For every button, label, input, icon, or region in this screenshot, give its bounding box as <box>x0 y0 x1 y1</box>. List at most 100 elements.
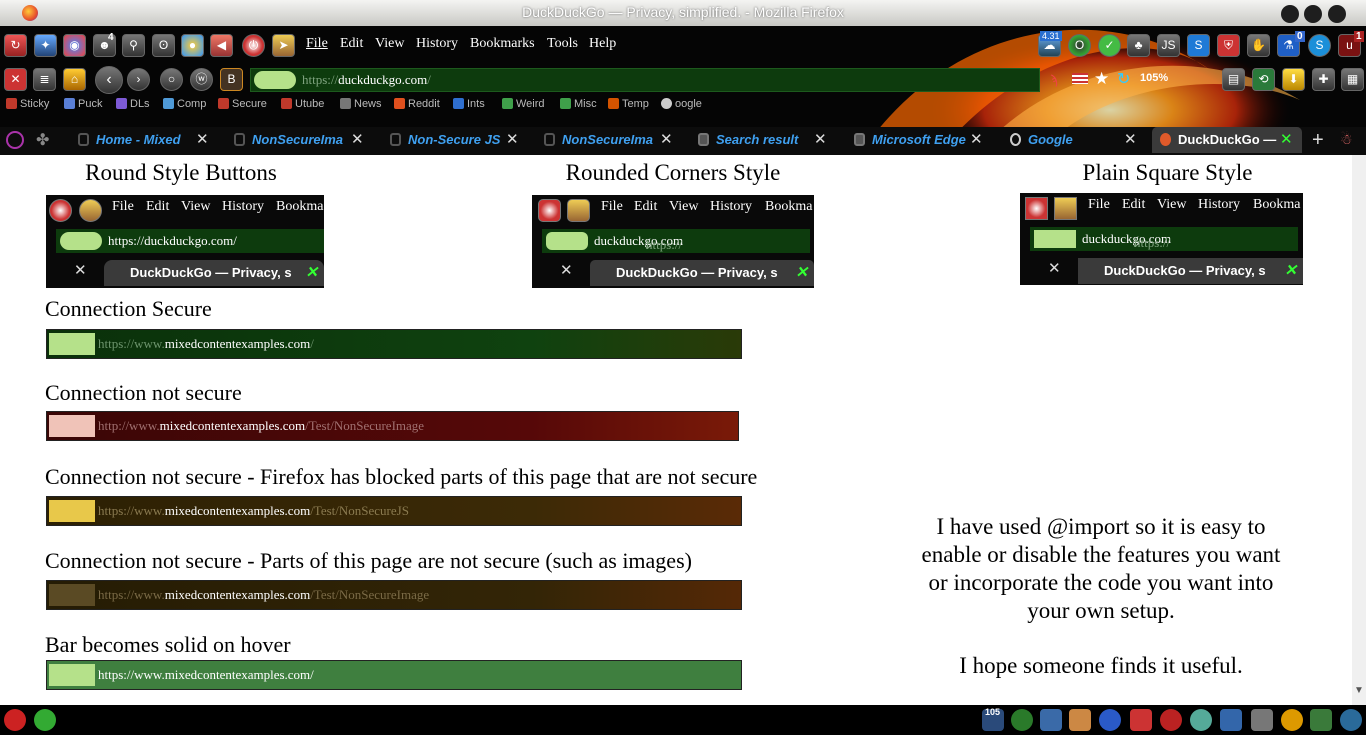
b-icon[interactable]: B <box>220 68 243 91</box>
bookmark-sticky[interactable]: Sticky <box>6 98 49 110</box>
extensions-icon[interactable]: ✤ <box>36 130 49 150</box>
shield-green-icon[interactable] <box>1011 709 1033 731</box>
check-icon[interactable]: ✓ <box>1098 34 1121 57</box>
menu-tools[interactable]: Tools <box>547 36 578 52</box>
w-icon[interactable]: ⓦ <box>190 68 213 91</box>
tab-nonsecure-image[interactable]: NonSecureIma <box>226 127 350 153</box>
tracking-icon[interactable]: ϡ <box>1050 72 1058 87</box>
menu-history[interactable]: History <box>416 36 458 52</box>
bookmark-reddit[interactable]: Reddit <box>394 98 440 110</box>
pdf-icon[interactable] <box>1130 709 1152 731</box>
tab-close-icon[interactable]: ✕ <box>506 127 519 153</box>
circle-icon[interactable]: O <box>1068 34 1091 57</box>
close-tab-icon[interactable]: ✕ <box>4 68 27 91</box>
bookmark-icon <box>64 98 75 109</box>
bookmark-ints[interactable]: Ints <box>453 98 485 110</box>
wave-icon[interactable] <box>1040 709 1062 731</box>
url-bar[interactable]: https://duckduckgo.com/ <box>250 68 1040 92</box>
badge-star-icon[interactable] <box>1099 709 1121 731</box>
vertical-scrollbar[interactable]: ▼ <box>1352 155 1366 705</box>
menu-help[interactable]: Help <box>589 36 616 52</box>
reload-icon[interactable]: ○ <box>160 68 183 91</box>
star-icon[interactable]: ★ <box>1094 69 1109 89</box>
preview-menu-file: File <box>1088 197 1110 212</box>
bookmark-google[interactable]: oogle <box>661 98 702 110</box>
page-icon[interactable]: ▤ <box>1222 68 1245 91</box>
cursor-icon[interactable]: ➤ <box>272 34 295 57</box>
minimize-button[interactable] <box>1281 5 1299 23</box>
preview-menu-view: View <box>1157 197 1187 212</box>
url-text[interactable]: https://duckduckgo.com/ <box>302 72 431 88</box>
tab-close-icon[interactable]: ✕ <box>1124 127 1137 153</box>
maximize-button[interactable] <box>1304 5 1322 23</box>
tab-nonsecure-image-2[interactable]: NonSecureIma <box>536 127 658 153</box>
tab-menu-icon[interactable]: ☃ <box>1340 131 1353 148</box>
shield-icon[interactable]: ⛨ <box>1217 34 1240 57</box>
people-icon[interactable]: ♣ <box>1127 34 1150 57</box>
globe-icon[interactable] <box>1340 709 1362 731</box>
power-icon[interactable]: ⏻ <box>242 34 265 57</box>
bookmark-news[interactable]: News <box>340 98 382 110</box>
menu-file[interactable]: File <box>306 36 328 52</box>
tab-close-icon[interactable]: ✕ <box>970 127 983 153</box>
gift-icon[interactable]: ✚ <box>1312 68 1335 91</box>
star-green-icon[interactable] <box>34 709 56 731</box>
w-red-icon[interactable] <box>1160 709 1182 731</box>
s-icon[interactable]: S <box>1187 34 1210 57</box>
gear-icon[interactable] <box>1281 709 1303 731</box>
bookmark-puck[interactable]: Puck <box>64 98 102 110</box>
back-icon[interactable]: ‹ <box>95 66 123 94</box>
tab-close-icon[interactable]: ✕ <box>660 127 673 153</box>
tab-close-icon[interactable]: ✕ <box>351 127 364 153</box>
tab-microsoft-edge[interactable]: Microsoft Edge <box>846 127 968 153</box>
site-identity-button[interactable] <box>254 71 296 89</box>
owl-icon[interactable]: ʘ <box>152 34 175 57</box>
tab-close-icon[interactable]: ✕ <box>196 127 209 153</box>
bookmark-utube[interactable]: Utube <box>281 98 324 110</box>
tab-home-mixed[interactable]: Home - Mixed <box>70 127 216 153</box>
tab-close-icon[interactable]: ✕ <box>814 127 827 153</box>
skype-icon[interactable]: S <box>1308 34 1331 57</box>
list-icon[interactable]: ≣ <box>33 68 56 91</box>
puzzle-green-icon[interactable] <box>1310 709 1332 731</box>
chrome-icon[interactable]: ◉ <box>63 34 86 57</box>
history-icon[interactable] <box>6 131 24 149</box>
colors-icon[interactable]: ● <box>181 34 204 57</box>
trash-icon[interactable] <box>1069 709 1091 731</box>
download-icon[interactable]: ⬇ <box>1282 68 1305 91</box>
menu-view[interactable]: View <box>375 36 404 52</box>
tab-google[interactable]: Google <box>1002 127 1120 153</box>
sync-icon[interactable]: ⟲ <box>1252 68 1275 91</box>
star-red-icon[interactable] <box>4 709 26 731</box>
bookmark-dls[interactable]: DLs <box>116 98 150 110</box>
tab-nonsecure-js[interactable]: Non-Secure JS <box>382 127 506 153</box>
speaker-icon[interactable]: ◀ <box>210 34 233 57</box>
state-heading-not-secure: Connection not secure <box>45 380 242 405</box>
search-icon[interactable]: ⚲ <box>122 34 145 57</box>
wrench-icon[interactable] <box>1251 709 1273 731</box>
forward-icon[interactable]: › <box>127 68 150 91</box>
scroll-down-arrow-icon[interactable]: ▼ <box>1354 685 1364 696</box>
tab-search-results[interactable]: Search result <box>690 127 812 153</box>
tab-close-icon[interactable]: ✕ <box>1280 127 1293 153</box>
menu-edit[interactable]: Edit <box>340 36 363 52</box>
hand-icon[interactable]: ✋ <box>1247 34 1270 57</box>
overflow-icon[interactable]: ▦ <box>1341 68 1364 91</box>
menu-bookmarks[interactable]: Bookmarks <box>470 36 535 52</box>
bookmark-temp[interactable]: Temp <box>608 98 649 110</box>
flag-icon[interactable] <box>1072 73 1088 84</box>
restart-icon[interactable]: ↻ <box>4 34 27 57</box>
zoom-level[interactable]: 105% <box>1140 72 1168 84</box>
bookmark-weird[interactable]: Weird <box>502 98 545 110</box>
bookmark-secure[interactable]: Secure <box>218 98 267 110</box>
bookmark-misc[interactable]: Misc <box>560 98 597 110</box>
bookmark-comp[interactable]: Comp <box>163 98 206 110</box>
close-window-button[interactable] <box>1328 5 1346 23</box>
home-icon[interactable]: ⌂ <box>63 68 86 91</box>
js-icon[interactable]: JS <box>1157 34 1180 57</box>
refresh-icon[interactable]: ↻ <box>1117 69 1130 89</box>
puzzle-icon[interactable]: ✦ <box>34 34 57 57</box>
document-icon[interactable] <box>1220 709 1242 731</box>
new-tab-button[interactable]: + <box>1312 127 1324 153</box>
refresh-green-icon[interactable] <box>1190 709 1212 731</box>
